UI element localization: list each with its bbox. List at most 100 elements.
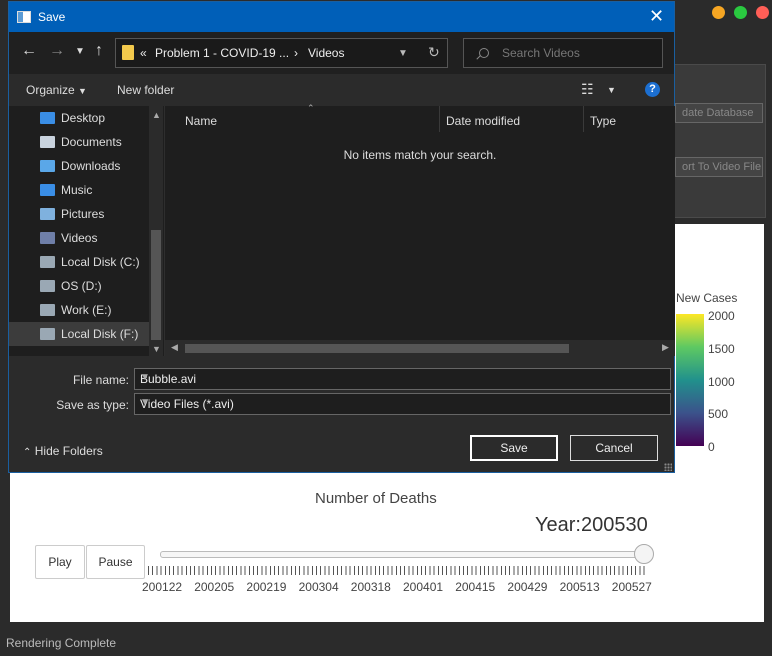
year-slider-track[interactable] [160,551,646,558]
view-options-chevron-icon[interactable]: ▼ [607,85,616,95]
year-label: Year:200530 [535,514,648,536]
navigation-bar: ← → ▼ ↑ « Problem 1 - COVID-19 ... › Vid… [9,32,674,74]
help-icon[interactable]: ? [645,82,660,97]
forward-arrow-icon[interactable]: → [49,42,65,60]
colorbar [676,314,704,446]
view-options-icon[interactable]: ☷ [581,81,594,98]
hide-folders-toggle[interactable]: ⌃ Hide Folders [23,444,103,458]
zoom-dot-icon[interactable] [734,6,747,19]
save-type-label: Save as type: [56,398,129,412]
slider-tick-label: 200205 [194,580,235,594]
control-panel: date Database ort To Video File [674,64,766,218]
save-button[interactable]: Save [470,435,558,461]
organize-menu[interactable]: Organize ▼ [26,83,87,97]
column-divider[interactable] [583,106,584,132]
cancel-button[interactable]: Cancel [570,435,658,461]
sidebar-item[interactable]: Desktop [9,106,149,130]
slider-tick-label: 200219 [246,580,287,594]
dialog-titlebar[interactable]: Save ✕ [9,2,674,32]
pause-button[interactable]: Pause [86,545,145,579]
refresh-icon[interactable]: ↻ [428,44,440,61]
videos-icon [40,232,55,244]
sort-ascending-icon: ⌃ [307,103,315,113]
colorbar-tick: 500 [708,407,729,421]
sidebar-item-label: Documents [61,135,122,149]
pictures-icon [40,208,55,220]
close-icon[interactable]: ✕ [649,6,664,26]
folder-icon [122,45,134,60]
file-name-field[interactable]: Bubble.avi ▼ [134,368,671,390]
recent-locations-chevron-icon[interactable]: ▼ [75,46,85,57]
sidebar-item-label: OS (D:) [61,279,102,293]
save-dialog: Save ✕ ← → ▼ ↑ « Problem 1 - COVID-19 ..… [8,1,675,473]
address-dropdown-icon[interactable]: ▼ [398,48,408,59]
file-list-scrollbar[interactable]: ◀ ▶ [165,340,675,356]
up-arrow-icon[interactable]: ↑ [95,42,103,60]
resize-grip-icon[interactable] [664,463,672,471]
sidebar-item[interactable]: Downloads [9,154,149,178]
file-list: ⌃ Name Date modified Type No items match… [164,103,675,356]
save-type-dropdown-icon[interactable]: ▼ [140,397,665,408]
sidebar-item-label: Music [61,183,93,197]
back-arrow-icon[interactable]: ← [21,42,37,60]
colorbar-tick: 1000 [708,375,735,389]
sidebar-item[interactable]: Music [9,178,149,202]
breadcrumb-overflow[interactable]: « [140,46,147,60]
sidebar-item[interactable]: Local Disk (F:) [9,322,149,346]
scroll-left-icon[interactable]: ◀ [171,342,178,353]
search-box[interactable]: Search Videos [463,38,663,68]
slider-tick-label: 200318 [350,580,391,594]
sidebar-item[interactable]: Documents [9,130,149,154]
sidebar-item-label: Local Disk (C:) [61,255,140,269]
sidebar-item-label: Downloads [61,159,121,173]
year-slider-handle[interactable] [634,544,654,564]
sidebar-item[interactable]: Work (E:) [9,298,149,322]
close-dot-icon[interactable] [756,6,769,19]
play-button[interactable]: Play [35,545,85,579]
address-bar[interactable]: « Problem 1 - COVID-19 ... › Videos ▼ ↻ [115,38,448,68]
chevron-up-icon: ⌃ [23,447,32,458]
disk-icon [40,256,55,268]
scroll-right-icon[interactable]: ▶ [662,342,669,353]
breadcrumb-separator: › [294,46,298,60]
sidebar-item-label: Videos [61,231,98,245]
scroll-thumb[interactable] [151,230,161,340]
empty-folder-message: No items match your search. [343,148,497,162]
breadcrumb-current[interactable]: Videos [308,46,344,60]
scroll-down-icon[interactable]: ▼ [152,344,161,354]
slider-tick-label: 200304 [298,580,339,594]
minimize-dot-icon[interactable] [712,6,725,19]
column-header-type[interactable]: Type [590,114,616,128]
file-name-dropdown-icon[interactable]: ▼ [140,372,665,383]
sidebar-item[interactable]: Videos [9,226,149,250]
disk-icon [40,280,55,292]
column-header-name[interactable]: Name [185,114,217,128]
new-folder-button[interactable]: New folder [117,83,174,97]
command-bar: Organize ▼ New folder ☷ ▼ ? [9,74,674,106]
sidebar-item[interactable]: Local Disk (C:) [9,250,149,274]
export-video-button[interactable]: ort To Video File [675,157,763,177]
documents-icon [40,136,55,148]
horizontal-scroll-thumb[interactable] [185,344,569,353]
column-header-date-modified[interactable]: Date modified [446,114,520,128]
window-icon [17,11,31,23]
navigation-scrollbar[interactable]: ▲ ▼ [149,106,163,356]
disk-icon [40,328,55,340]
search-icon [479,48,489,58]
sidebar-item-label: Desktop [61,111,106,125]
column-divider[interactable] [439,106,440,132]
scroll-up-icon[interactable]: ▲ [152,110,161,120]
sidebar-item[interactable]: OS (D:) [9,274,149,298]
sidebar-item-label: Pictures [61,207,105,221]
downloads-icon [40,160,55,172]
organize-chevron-icon: ▼ [78,86,87,96]
colorbar-tick: 1500 [708,342,735,356]
breadcrumb-parent[interactable]: Problem 1 - COVID-19 ... [155,46,289,60]
x-axis-title: Number of Deaths [315,490,437,507]
slider-tick-label: 200513 [559,580,600,594]
save-type-select[interactable]: Video Files (*.avi) ▼ [134,393,671,415]
sidebar-item[interactable]: Pictures [9,202,149,226]
hide-folders-label: Hide Folders [34,444,103,458]
update-database-button[interactable]: date Database [675,103,763,123]
slider-tick-label: 200401 [403,580,444,594]
